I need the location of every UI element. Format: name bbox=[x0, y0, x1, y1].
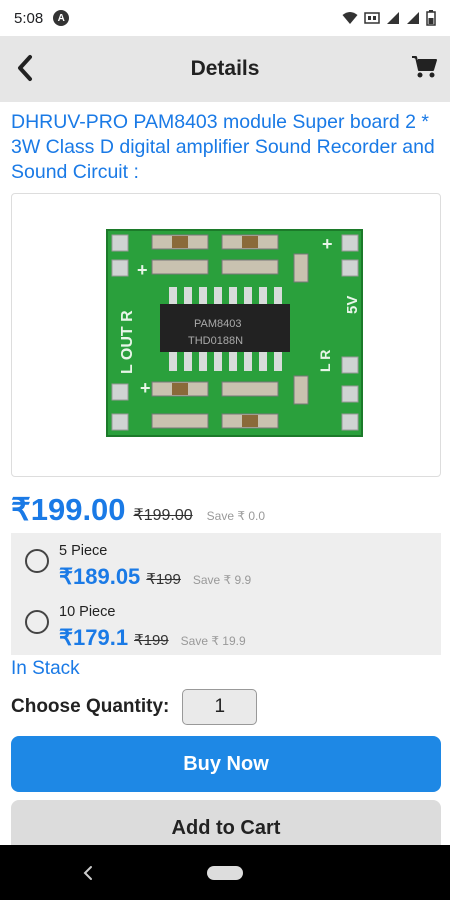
radio-button[interactable] bbox=[25, 610, 49, 634]
tier-save: Save ₹ 19.9 bbox=[180, 634, 246, 648]
tier-label: 10 Piece bbox=[59, 604, 116, 620]
tier-price: ₹179.1 bbox=[59, 625, 129, 650]
status-icons bbox=[342, 10, 436, 26]
tier-price-row: ₹189.05 ₹199 Save ₹ 9.9 bbox=[59, 564, 251, 590]
cart-button[interactable] bbox=[410, 54, 440, 84]
pcb-left-label: L OUT R bbox=[119, 310, 136, 374]
tier-option-10-piece[interactable]: 10 Piece ₹179.1 ₹199 Save ₹ 19.9 bbox=[11, 598, 441, 656]
tier-save: Save ₹ 9.9 bbox=[192, 573, 252, 587]
signal-icon bbox=[387, 12, 399, 24]
product-title: DHRUV-PRO PAM8403 module Super board 2 *… bbox=[11, 111, 435, 183]
tier-price: ₹189.05 bbox=[59, 564, 141, 589]
page-title: Details bbox=[190, 57, 260, 80]
chevron-left-icon bbox=[18, 55, 32, 81]
quantity-label: Choose Quantity: bbox=[11, 696, 170, 717]
tier-option-5-piece[interactable]: 5 Piece ₹189.05 ₹199 Save ₹ 9.9 bbox=[11, 537, 441, 595]
product-image[interactable]: PAM8403 THD0188N L OUT R 5V L R + + + bbox=[11, 193, 441, 477]
pcb-image: PAM8403 THD0188N L OUT R 5V L R + + + bbox=[106, 229, 363, 437]
cart-icon bbox=[412, 56, 437, 78]
current-price: ₹199.00 bbox=[11, 492, 126, 527]
tier-price-row: ₹179.1 ₹199 Save ₹ 19.9 bbox=[59, 625, 246, 651]
app-notification-icon: A bbox=[53, 10, 70, 26]
wifi-icon bbox=[342, 12, 358, 24]
nav-home-pill[interactable] bbox=[207, 866, 243, 880]
tier-label: 5 Piece bbox=[59, 543, 108, 559]
nav-back-icon[interactable] bbox=[78, 863, 98, 883]
status-bar: 5:08 A bbox=[0, 0, 450, 36]
pcb-5v-label: 5V bbox=[344, 296, 361, 314]
pcb-lr-label: L R bbox=[317, 350, 333, 372]
battery-icon bbox=[426, 10, 436, 26]
svg-text:+: + bbox=[140, 378, 151, 398]
radio-button[interactable] bbox=[25, 549, 49, 573]
mrp-price: ₹199.00 bbox=[133, 507, 193, 524]
back-button[interactable] bbox=[8, 50, 42, 86]
save-amount: Save ₹ 0.0 bbox=[206, 509, 266, 523]
chip-label: PAM8403 bbox=[194, 318, 242, 330]
chip-code: THD0188N bbox=[188, 335, 243, 347]
hd-icon bbox=[364, 12, 380, 24]
system-nav-bar bbox=[0, 845, 450, 900]
svg-text:+: + bbox=[322, 234, 333, 254]
quantity-input[interactable]: 1 bbox=[182, 689, 258, 725]
tier-mrp: ₹199 bbox=[134, 632, 169, 649]
svg-text:+: + bbox=[137, 260, 148, 280]
tier-mrp: ₹199 bbox=[146, 571, 181, 588]
signal-icon-2 bbox=[407, 12, 419, 24]
stock-status: In Stack bbox=[11, 658, 80, 679]
app-bar: Details bbox=[0, 36, 450, 102]
buy-now-button[interactable]: Buy Now bbox=[11, 736, 441, 792]
bulk-price-options: 5 Piece ₹189.05 ₹199 Save ₹ 9.9 10 Piece… bbox=[11, 533, 441, 655]
quantity-row: Choose Quantity: 1 bbox=[11, 689, 258, 725]
price-row: ₹199.00 ₹199.00 Save ₹ 0.0 bbox=[11, 492, 441, 528]
status-time: 5:08 bbox=[14, 9, 44, 27]
